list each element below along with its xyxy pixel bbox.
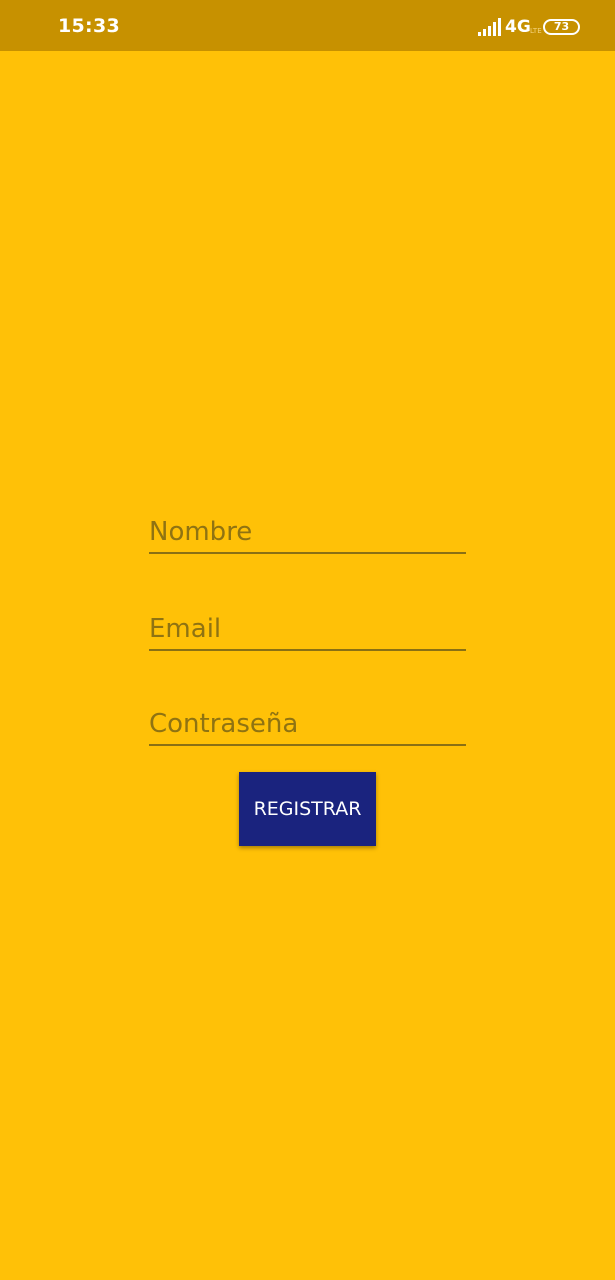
password-field-wrapper [149,692,466,746]
signal-bars-icon [478,18,501,36]
status-time: 15:33 [58,15,120,37]
battery-icon: 73 [543,19,580,35]
password-input[interactable] [149,704,466,746]
status-bar: 15:33 4G LTE 73 [0,0,615,51]
name-input[interactable] [149,512,466,554]
network-type: 4G [505,17,531,37]
name-field-wrapper [149,500,466,554]
battery-level: 73 [553,20,570,33]
network-subtype: LTE [530,27,542,35]
register-button[interactable]: REGISTRAR [239,772,376,846]
email-field-wrapper [149,597,466,651]
email-input[interactable] [149,609,466,651]
